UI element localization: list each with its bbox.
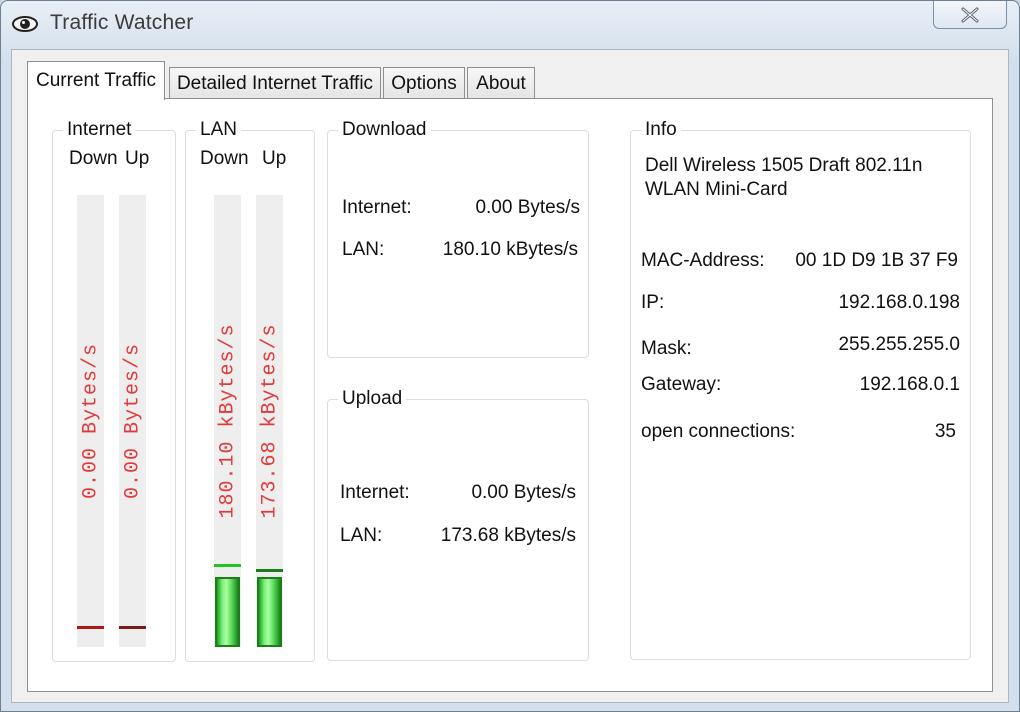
download-internet-label: Internet: bbox=[342, 197, 412, 218]
internet-meter-title: Internet bbox=[63, 119, 136, 141]
mask-value: 255.255.255.0 bbox=[838, 334, 960, 355]
internet-up-meter: 0.00 Bytes/s bbox=[119, 195, 146, 647]
upload-internet-label: Internet: bbox=[340, 482, 410, 503]
tab-detailed-internet-traffic[interactable]: Detailed Internet Traffic bbox=[169, 67, 381, 99]
upload-internet-value: 0.00 Bytes/s bbox=[471, 482, 576, 503]
lan-down-meter-text: 180.10 kBytes/s bbox=[216, 323, 239, 519]
internet-down-meter-text: 0.00 Bytes/s bbox=[79, 342, 102, 500]
gateway-value: 192.168.0.1 bbox=[859, 374, 960, 395]
lan-up-level-bar bbox=[257, 577, 282, 647]
internet-up-meter-text: 0.00 Bytes/s bbox=[121, 342, 144, 500]
upload-lan-label: LAN: bbox=[340, 525, 383, 546]
lan-up-meter: 173.68 kBytes/s bbox=[256, 195, 283, 647]
download-title: Download bbox=[338, 119, 431, 141]
adapter-name-line2: WLAN Mini-Card bbox=[645, 179, 788, 200]
lan-meter-group: LAN Down Up 180.10 kBytes/s 173.68 kByte… bbox=[185, 119, 315, 662]
internet-up-peak bbox=[119, 626, 146, 629]
mac-address-label: MAC-Address: bbox=[641, 250, 765, 271]
eye-icon bbox=[11, 13, 39, 35]
close-button[interactable] bbox=[933, 1, 1007, 29]
close-icon bbox=[960, 7, 980, 23]
lan-down-meter: 180.10 kBytes/s bbox=[214, 195, 241, 647]
current-traffic-panel: Internet Down Up 0.00 Bytes/s 0.00 Bytes… bbox=[27, 98, 993, 692]
lan-down-label: Down bbox=[200, 148, 249, 169]
open-connections-label: open connections: bbox=[641, 421, 796, 442]
lan-meter-title: LAN bbox=[196, 119, 241, 141]
upload-group: Upload Internet: 0.00 Bytes/s LAN: 173.6… bbox=[327, 388, 589, 661]
internet-down-meter: 0.00 Bytes/s bbox=[77, 195, 104, 647]
gateway-label: Gateway: bbox=[641, 374, 722, 395]
app-window: Traffic Watcher Current Traffic Detailed… bbox=[0, 0, 1020, 712]
internet-down-label: Down bbox=[69, 148, 118, 169]
mask-label: Mask: bbox=[641, 338, 692, 359]
lan-down-peak bbox=[214, 564, 241, 567]
title-bar[interactable]: Traffic Watcher bbox=[1, 1, 1019, 49]
lan-up-label: Up bbox=[262, 148, 287, 169]
window-title: Traffic Watcher bbox=[50, 11, 194, 34]
upload-title: Upload bbox=[338, 388, 407, 410]
tab-about[interactable]: About bbox=[467, 67, 535, 99]
tab-current-traffic[interactable]: Current Traffic bbox=[27, 61, 165, 100]
adapter-name-line1: Dell Wireless 1505 Draft 802.11n bbox=[645, 155, 923, 176]
ip-value: 192.168.0.198 bbox=[838, 292, 960, 313]
internet-up-label: Up bbox=[125, 148, 150, 169]
mac-address-value: 00 1D D9 1B 37 F9 bbox=[795, 250, 958, 271]
upload-lan-value: 173.68 kBytes/s bbox=[440, 525, 576, 546]
lan-up-meter-text: 173.68 kBytes/s bbox=[258, 323, 281, 519]
download-lan-label: LAN: bbox=[342, 239, 385, 260]
info-group: Info Dell Wireless 1505 Draft 802.11n WL… bbox=[630, 119, 971, 660]
lan-up-peak bbox=[256, 569, 283, 572]
internet-down-peak bbox=[77, 626, 104, 629]
info-title: Info bbox=[641, 119, 681, 141]
open-connections-value: 35 bbox=[934, 421, 956, 442]
download-internet-value: 0.00 Bytes/s bbox=[475, 197, 580, 218]
download-lan-value: 180.10 kBytes/s bbox=[442, 239, 578, 260]
ip-label: IP: bbox=[641, 292, 665, 313]
download-group: Download Internet: 0.00 Bytes/s LAN: 180… bbox=[327, 119, 589, 358]
client-area: Current Traffic Detailed Internet Traffi… bbox=[11, 49, 1009, 703]
tab-options[interactable]: Options bbox=[383, 67, 465, 99]
internet-meter-group: Internet Down Up 0.00 Bytes/s 0.00 Bytes… bbox=[52, 119, 176, 662]
lan-down-level-bar bbox=[215, 577, 240, 647]
